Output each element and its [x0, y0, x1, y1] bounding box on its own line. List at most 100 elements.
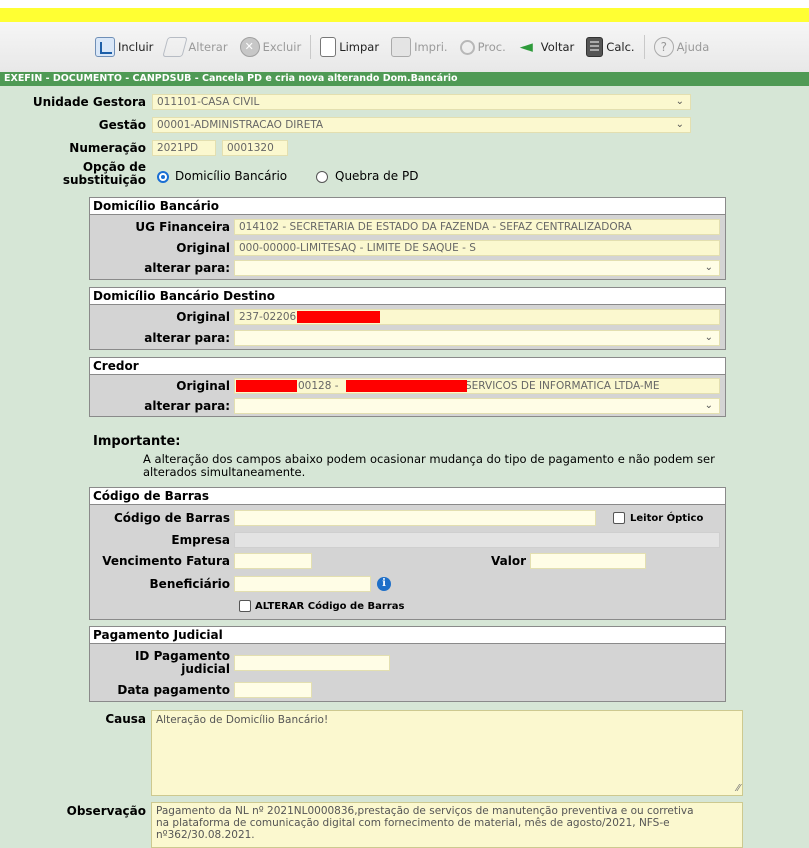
numeracao-numero-field[interactable]: 0001320 — [222, 140, 288, 156]
credor-original-mid: 00128 - — [298, 380, 339, 392]
domicilio-alterar-select[interactable]: ⌄ — [234, 260, 720, 276]
voltar-button[interactable]: Voltar — [515, 33, 578, 61]
radio-quebra-pd[interactable] — [316, 171, 328, 183]
incluir-label: Incluir — [118, 40, 154, 54]
chevron-down-icon: ⌄ — [704, 400, 713, 411]
beneficiario-label: Beneficiário — [149, 577, 230, 591]
toolbar-separator — [643, 35, 645, 59]
info-icon[interactable]: i — [377, 577, 391, 591]
domicilio-alterar-label: alterar para: — [144, 261, 230, 275]
limpar-button[interactable]: Limpar — [317, 33, 382, 61]
unidade-gestora-value: 011101-CASA CIVIL — [157, 96, 260, 108]
toolbar: Incluir Alterar Excluir Limpar Impri. Pr… — [0, 22, 809, 72]
alterar-codigo-barras-label: ALTERAR Código de Barras — [255, 601, 405, 612]
destino-alterar-select[interactable]: ⌄ — [234, 330, 720, 346]
numeracao-label: Numeração — [69, 141, 146, 155]
top-yellow-bar — [0, 8, 809, 22]
importante-title: Importante: — [93, 434, 181, 449]
observacao-label: Observação — [66, 804, 146, 818]
voltar-label: Voltar — [540, 40, 575, 54]
pencil-icon — [162, 37, 189, 57]
alterar-button[interactable]: Alterar — [162, 33, 230, 61]
chevron-down-icon: ⌄ — [704, 262, 713, 273]
page-title: EXEFIN - DOCUMENTO - CANPDSUB - Cancela … — [0, 72, 809, 86]
help-icon — [653, 37, 674, 57]
chevron-down-icon: ⌄ — [704, 332, 713, 343]
limpar-label: Limpar — [339, 40, 380, 54]
unidade-gestora-select[interactable]: 011101-CASA CIVIL ⌄ — [152, 94, 691, 110]
gestao-value: 00001-ADMINISTRACAO DIRETA — [157, 119, 324, 131]
leitor-optico-checkbox[interactable] — [613, 512, 625, 524]
observacao-line2: na plataforma de comunicação digital com… — [156, 817, 670, 829]
incluir-icon — [95, 37, 115, 57]
new-page-icon — [320, 37, 337, 57]
causa-label: Causa — [105, 712, 146, 726]
observacao-line1: Pagamento da NL nº 2021NL0000836,prestaç… — [156, 805, 694, 817]
impri-label: Impri. — [414, 40, 448, 54]
numeracao-ano-field[interactable]: 2021PD — [152, 140, 216, 156]
chevron-down-icon: ⌄ — [675, 119, 684, 130]
incluir-button[interactable]: Incluir — [92, 33, 156, 61]
id-pagamento-input[interactable] — [234, 655, 390, 671]
pagamento-judicial-header: Pagamento Judicial — [90, 627, 725, 644]
radio-quebra-label: Quebra de PD — [335, 169, 419, 183]
unidade-gestora-label: Unidade Gestora — [32, 95, 146, 109]
proc-button[interactable]: Proc. — [457, 33, 509, 61]
id-pagamento-label-line1: ID Pagamento — [134, 649, 230, 663]
causa-textarea[interactable]: Alteração de Domicílio Bancário! ⁄⁄ — [151, 710, 743, 796]
imprimir-button[interactable]: Impri. — [388, 33, 450, 61]
opcao-label-line1: Opção de — [82, 160, 146, 174]
ug-financeira-field: 014102 - SECRETARIA DE ESTADO DA FAZENDA… — [234, 219, 720, 235]
codigo-barras-header: Código de Barras — [90, 488, 725, 505]
id-pagamento-label-line2: judicial — [181, 662, 230, 676]
top-white-strip — [0, 0, 809, 8]
gestao-select[interactable]: 00001-ADMINISTRACAO DIRETA ⌄ — [152, 117, 691, 133]
printer-icon — [391, 37, 412, 57]
valor-label: Valor — [490, 554, 526, 568]
observacao-textarea[interactable]: Pagamento da NL nº 2021NL0000836,prestaç… — [151, 802, 743, 848]
beneficiario-input[interactable] — [234, 576, 371, 592]
delete-icon — [239, 37, 260, 57]
toolbar-separator — [310, 35, 312, 59]
codigo-barras-input[interactable] — [234, 510, 596, 526]
importante-line1: A alteração dos campos abaixo podem ocas… — [143, 452, 715, 466]
vencimento-input[interactable] — [234, 553, 312, 569]
redaction-block — [346, 380, 467, 392]
gestao-label: Gestão — [98, 118, 146, 132]
calc-label: Calc. — [606, 40, 635, 54]
valor-input[interactable] — [530, 553, 646, 569]
calculator-icon — [586, 37, 604, 57]
excluir-button[interactable]: Excluir — [237, 33, 305, 61]
credor-original-tail: SERVICOS DE INFORMATICA LTDA-ME — [465, 380, 660, 392]
data-pagamento-input[interactable] — [234, 682, 312, 698]
search-icon — [459, 39, 475, 55]
data-pagamento-label: Data pagamento — [117, 683, 230, 697]
ajuda-label: Ajuda — [676, 40, 710, 54]
codigo-barras-label: Código de Barras — [114, 511, 230, 525]
redaction-block — [297, 311, 380, 323]
resize-handle-icon[interactable]: ⁄⁄ — [737, 783, 740, 795]
credor-alterar-select[interactable]: ⌄ — [234, 398, 720, 414]
empresa-field — [234, 532, 720, 548]
proc-label: Proc. — [477, 40, 506, 54]
causa-value: Alteração de Domicílio Bancário! — [156, 714, 329, 726]
credor-alterar-label: alterar para: — [144, 399, 230, 413]
domicilio-destino-header: Domicílio Bancário Destino — [90, 288, 725, 305]
credor-original-label: Original — [176, 379, 230, 393]
empresa-label: Empresa — [171, 533, 230, 547]
radio-domicilio-bancario[interactable] — [157, 171, 169, 183]
alterar-label: Alterar — [188, 40, 228, 54]
redaction-block — [236, 380, 297, 392]
destino-alterar-label: alterar para: — [144, 331, 230, 345]
ajuda-button[interactable]: Ajuda — [651, 33, 713, 61]
observacao-line3: nº362/30.08.2021. — [156, 829, 255, 841]
leitor-optico-label: Leitor Óptico — [630, 513, 704, 524]
domicilio-original-label: Original — [176, 241, 230, 255]
vencimento-label: Vencimento Fatura — [102, 554, 230, 568]
domicilio-original-field: 000-00000-LIMITESAQ - LIMITE DE SAQUE - … — [234, 240, 720, 256]
domicilio-bancario-header: Domicílio Bancário — [90, 198, 725, 215]
importante-line2: alterados simultaneamente. — [143, 465, 306, 479]
credor-original-field: 00128 - SERVICOS DE INFORMATICA LTDA-ME — [234, 378, 720, 394]
alterar-codigo-barras-checkbox[interactable] — [239, 600, 251, 612]
calc-button[interactable]: Calc. — [583, 33, 637, 61]
